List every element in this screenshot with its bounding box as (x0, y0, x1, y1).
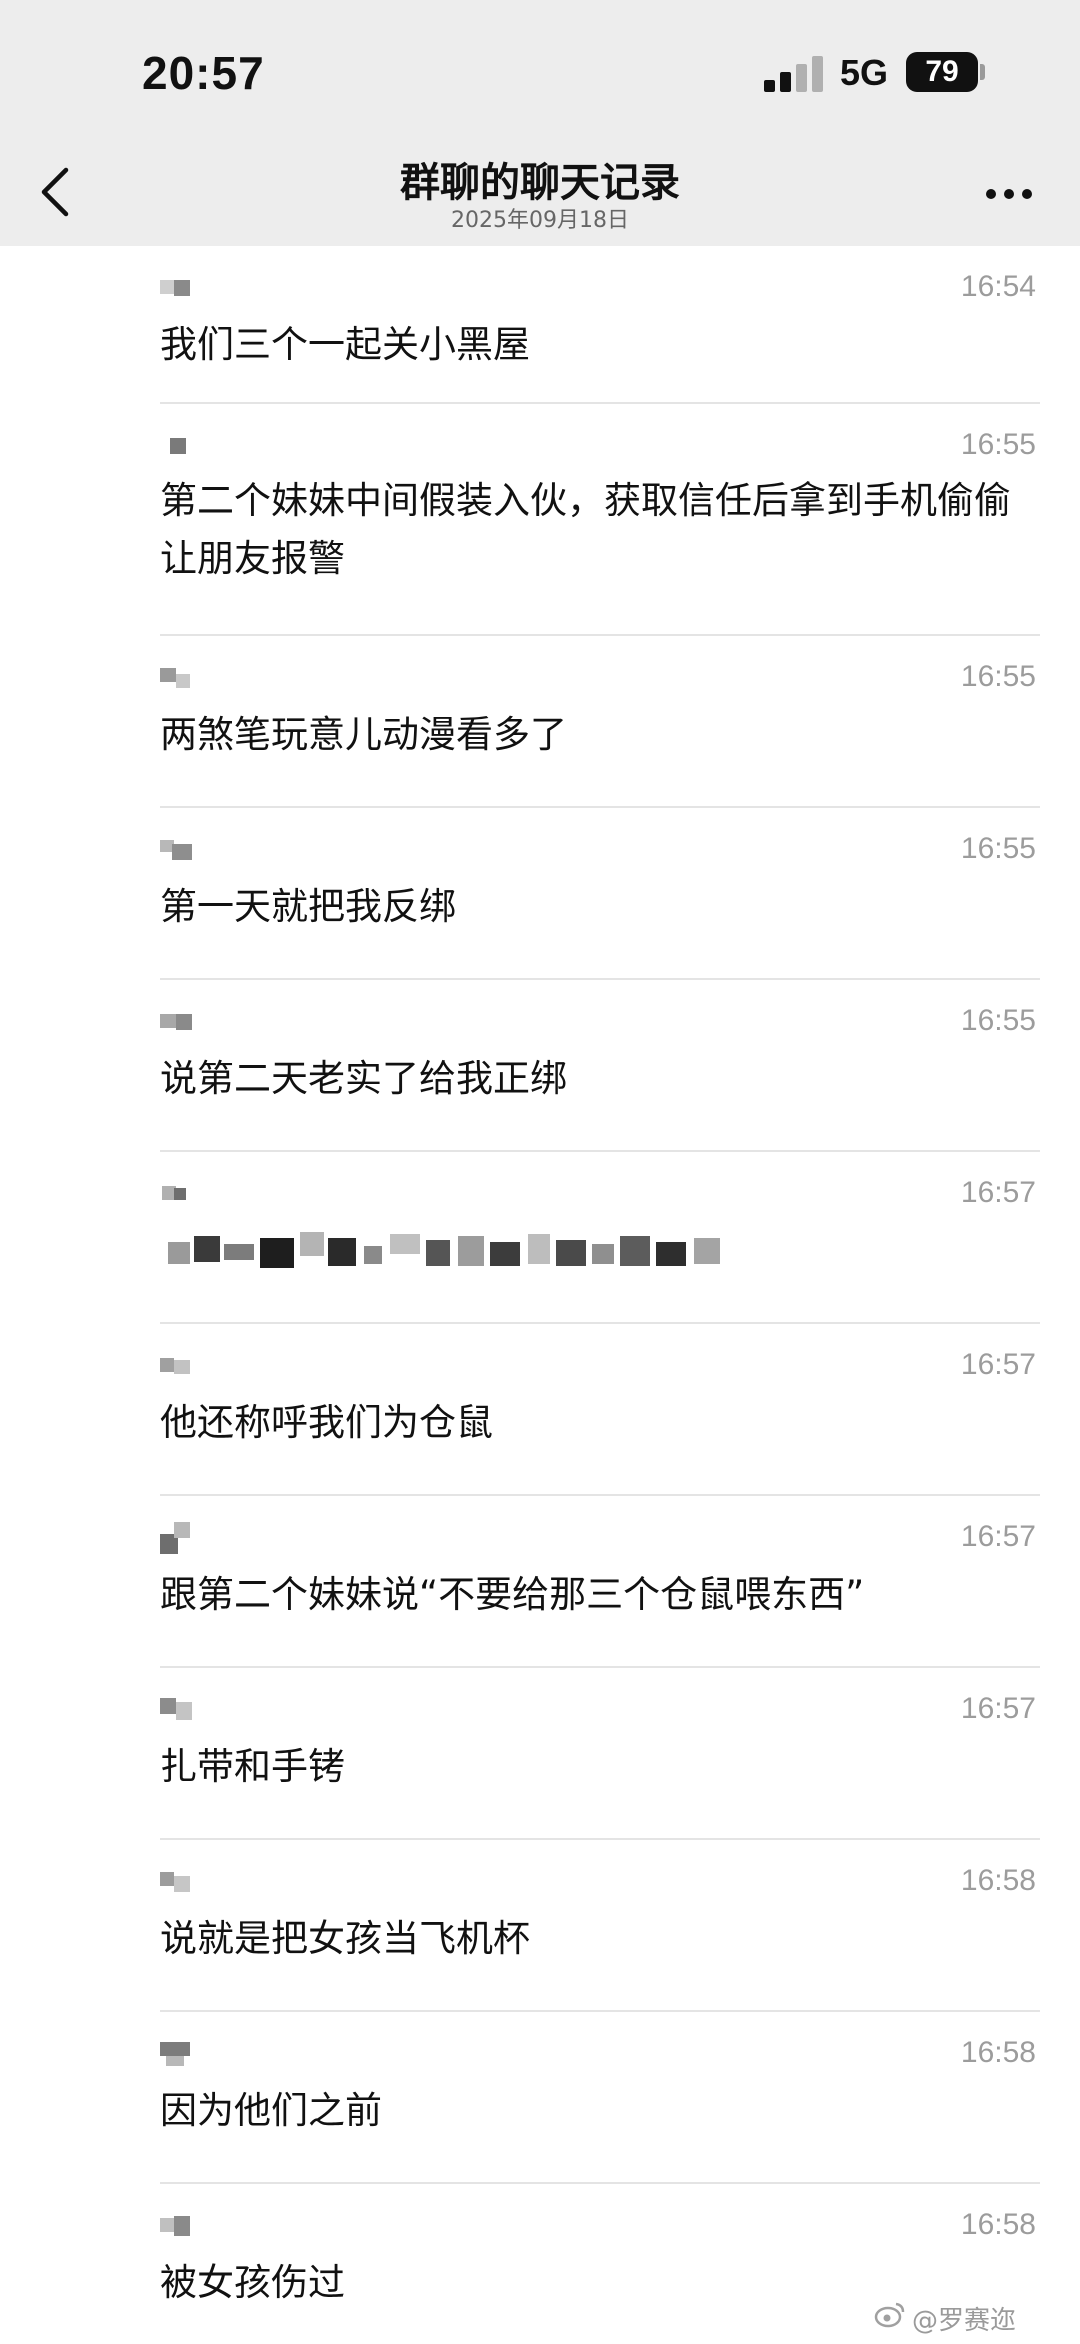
censored-message-text (160, 1224, 760, 1284)
sender-name-censored (160, 2214, 196, 2242)
message-text: 他还称呼我们为仓鼠 (160, 1401, 493, 1444)
sender-name-censored (160, 666, 196, 694)
message-text: 我们三个一起关小黑屋 (160, 323, 530, 366)
ellipsis-icon[interactable] (984, 186, 1034, 200)
message-item: 16:57 扎带和手铐 (160, 1668, 1040, 1840)
message-item: 16:55 说第二天老实了给我正绑 (160, 980, 1040, 1152)
message-item: 16:55 两煞笔玩意儿动漫看多了 (160, 636, 1040, 808)
sender-name-censored (160, 276, 196, 304)
sender-name-censored (160, 1182, 196, 1210)
message-text: 跟第二个妹妹说“不要给那三个仓鼠喂东西” (160, 1573, 865, 1616)
network-type: 5G (840, 52, 889, 93)
message-item: 16:58 因为他们之前 (160, 2012, 1040, 2184)
message-text: 第一天就把我反绑 (160, 885, 456, 928)
message-text: 说第二天老实了给我正绑 (160, 1057, 567, 1100)
message-text: 因为他们之前 (160, 2089, 382, 2132)
message-item: 16:58 说就是把女孩当飞机杯 (160, 1840, 1040, 2012)
message-time: 16:58 (960, 1864, 1036, 1897)
message-text: 说就是把女孩当飞机杯 (160, 1917, 530, 1960)
message-list[interactable]: 16:54 我们三个一起关小黑屋 16:55 第二个妹妹中间假装入伙，获取信任后… (0, 246, 1080, 2344)
message-item: 16:57 跟第二个妹妹说“不要给那三个仓鼠喂东西” (160, 1496, 1040, 1668)
message-time: 16:57 (960, 1348, 1036, 1381)
sender-name-censored (160, 2042, 196, 2070)
status-bar: 20:57 5G 79 (0, 0, 1080, 140)
message-time: 16:58 (960, 2036, 1036, 2069)
sender-name-censored (160, 1698, 196, 1726)
message-time: 16:57 (960, 1520, 1036, 1553)
message-text: 两煞笔玩意儿动漫看多了 (160, 713, 567, 756)
signal-icon (764, 56, 824, 92)
message-time: 16:57 (960, 1692, 1036, 1725)
weibo-logo-icon (874, 2300, 906, 2328)
sender-name-censored (160, 1010, 196, 1038)
message-time: 16:55 (960, 1004, 1036, 1037)
nav-bar: 群聊的聊天记录 2025年09月18日 (0, 140, 1080, 246)
message-text: 第二个妹妹中间假装入伙，获取信任后拿到手机偷偷让朋友报警 (160, 479, 1011, 580)
battery-tip (980, 64, 985, 80)
message-time: 16:57 (960, 1176, 1036, 1209)
sender-name-censored (160, 1870, 196, 1898)
message-item: 16:57 他还称呼我们为仓鼠 (160, 1324, 1040, 1496)
message-time: 16:54 (960, 270, 1036, 303)
message-time: 16:55 (960, 660, 1036, 693)
message-time: 16:55 (960, 832, 1036, 865)
message-time: 16:55 (960, 428, 1036, 461)
sender-name-censored (160, 1522, 196, 1554)
message-item: 16:57 (160, 1152, 1040, 1324)
page-subtitle: 2025年09月18日 (451, 208, 629, 233)
message-time: 16:58 (960, 2208, 1036, 2241)
message-item: 16:55 第二个妹妹中间假装入伙，获取信任后拿到手机偷偷让朋友报警 (160, 404, 1040, 636)
watermark-text: @罗赛迩 (912, 2306, 1017, 2336)
message-text: 扎带和手铐 (160, 1745, 345, 1788)
sender-name-censored (160, 434, 196, 462)
message-item: 16:54 我们三个一起关小黑屋 (160, 246, 1040, 404)
message-text: 被女孩伤过 (160, 2261, 345, 2304)
page-title: 群聊的聊天记录 (400, 160, 680, 206)
status-time: 20:57 (142, 47, 265, 99)
message-item: 16:55 第一天就把我反绑 (160, 808, 1040, 980)
sender-name-censored (160, 838, 196, 866)
battery-icon: 79 (906, 52, 978, 92)
message-item: 16:58 被女孩伤过 (160, 2184, 1040, 2344)
sender-name-censored (160, 1354, 196, 1382)
